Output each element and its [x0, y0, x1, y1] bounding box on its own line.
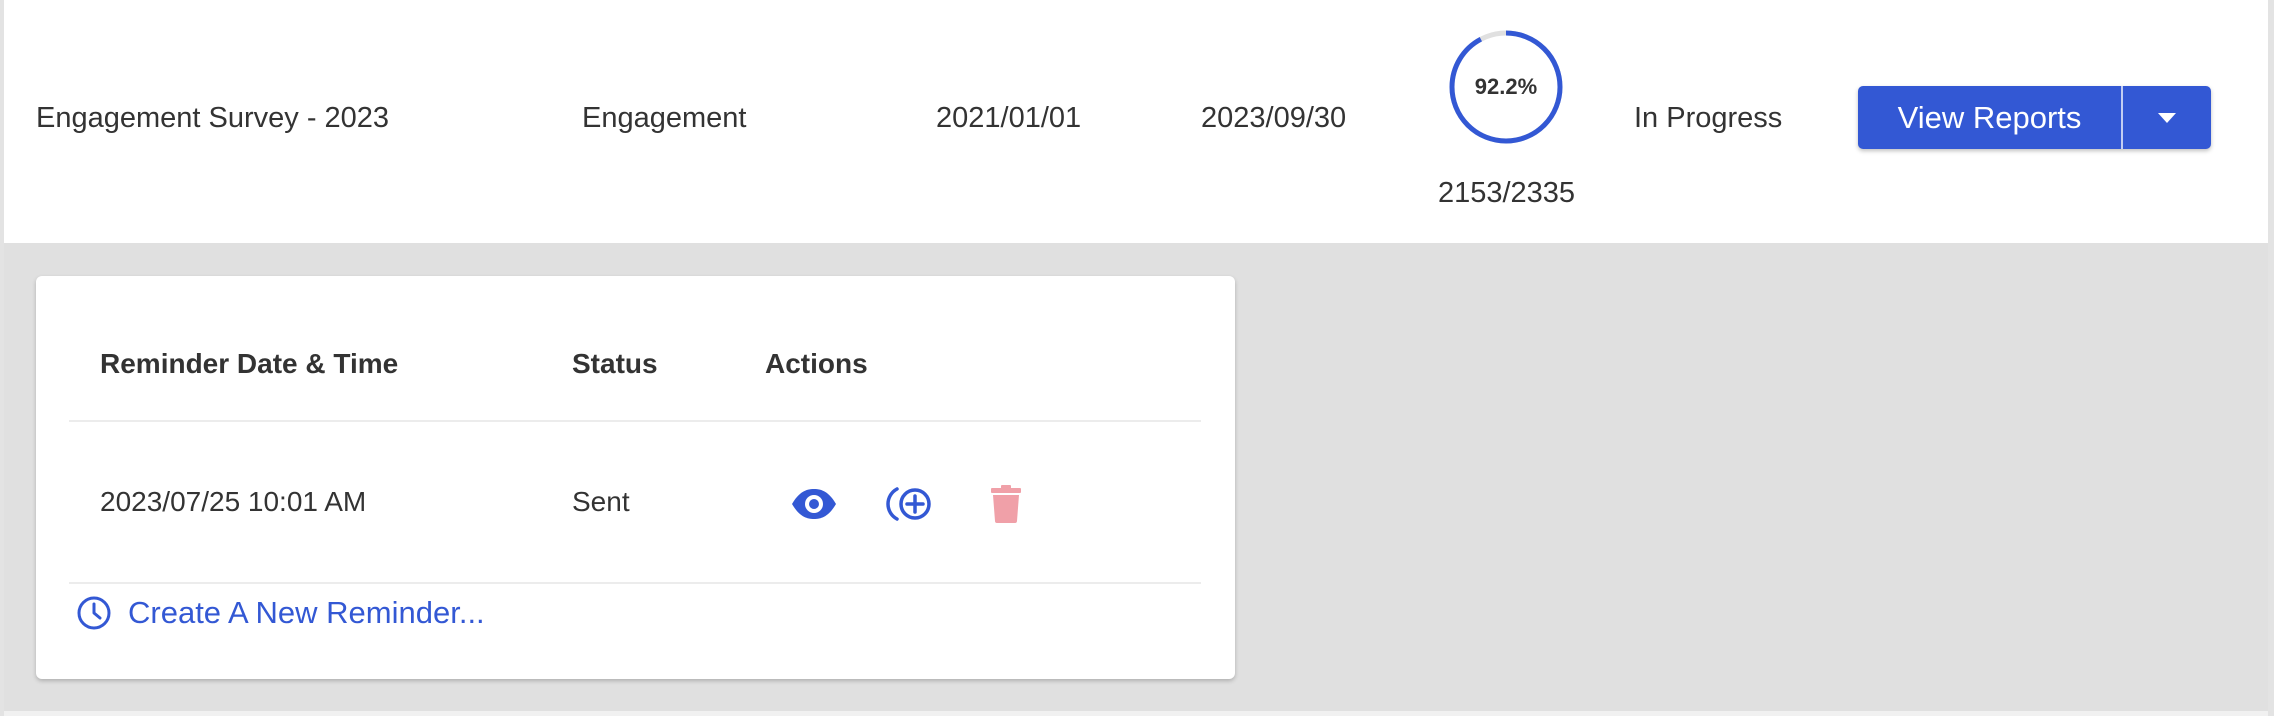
- create-reminder-link[interactable]: Create A New Reminder...: [76, 594, 485, 632]
- reminder-date: 2023/07/25 10:01 AM: [100, 486, 367, 517]
- view-reports-dropdown-button[interactable]: [2123, 86, 2211, 149]
- clock-icon: [76, 594, 114, 632]
- progress-count: 2153/2335: [1437, 177, 1576, 209]
- response-progress: 92.2% 2153/2335: [1404, 0, 1609, 243]
- survey-name: Engagement Survey - 2023: [36, 102, 390, 134]
- view-reports-button[interactable]: View Reports: [1858, 86, 2121, 149]
- survey-type: Engagement: [582, 102, 747, 134]
- bottom-divider: [4, 711, 2268, 716]
- reminder-status: Sent: [572, 486, 630, 517]
- survey-status: In Progress: [1634, 102, 1783, 134]
- survey-end-date: 2023/09/30: [1201, 102, 1347, 134]
- header-actions: Actions: [765, 348, 868, 379]
- survey-row: Engagement Survey - 2023 Engagement 2021…: [4, 0, 2268, 243]
- header-status: Status: [572, 348, 658, 379]
- right-border: [2268, 0, 2274, 716]
- reminders-card: Reminder Date & Time Status Actions 2023…: [36, 276, 1235, 679]
- create-reminder-label: Create A New Reminder...: [128, 595, 485, 630]
- delete-reminder-button[interactable]: [981, 479, 1031, 529]
- add-circle-icon: [886, 487, 931, 521]
- survey-start-date: 2021/01/01: [936, 102, 1082, 134]
- split-divider: [2121, 86, 2123, 149]
- survey-page: Engagement Survey - 2023 Engagement 2021…: [0, 0, 2274, 716]
- progress-percent: 92.2%: [1474, 74, 1538, 99]
- row-divider: [69, 582, 1201, 584]
- eye-icon: [792, 489, 836, 519]
- trash-icon: [991, 485, 1021, 523]
- view-reminder-button[interactable]: [789, 479, 839, 529]
- header-divider: [69, 420, 1201, 422]
- resend-reminder-button[interactable]: [886, 479, 936, 529]
- progress-ring: 92.2%: [1447, 28, 1565, 146]
- header-reminder-date: Reminder Date & Time: [100, 348, 399, 379]
- caret-down-icon: [2158, 112, 2176, 123]
- view-reports-split-button: View Reports: [1858, 86, 2211, 149]
